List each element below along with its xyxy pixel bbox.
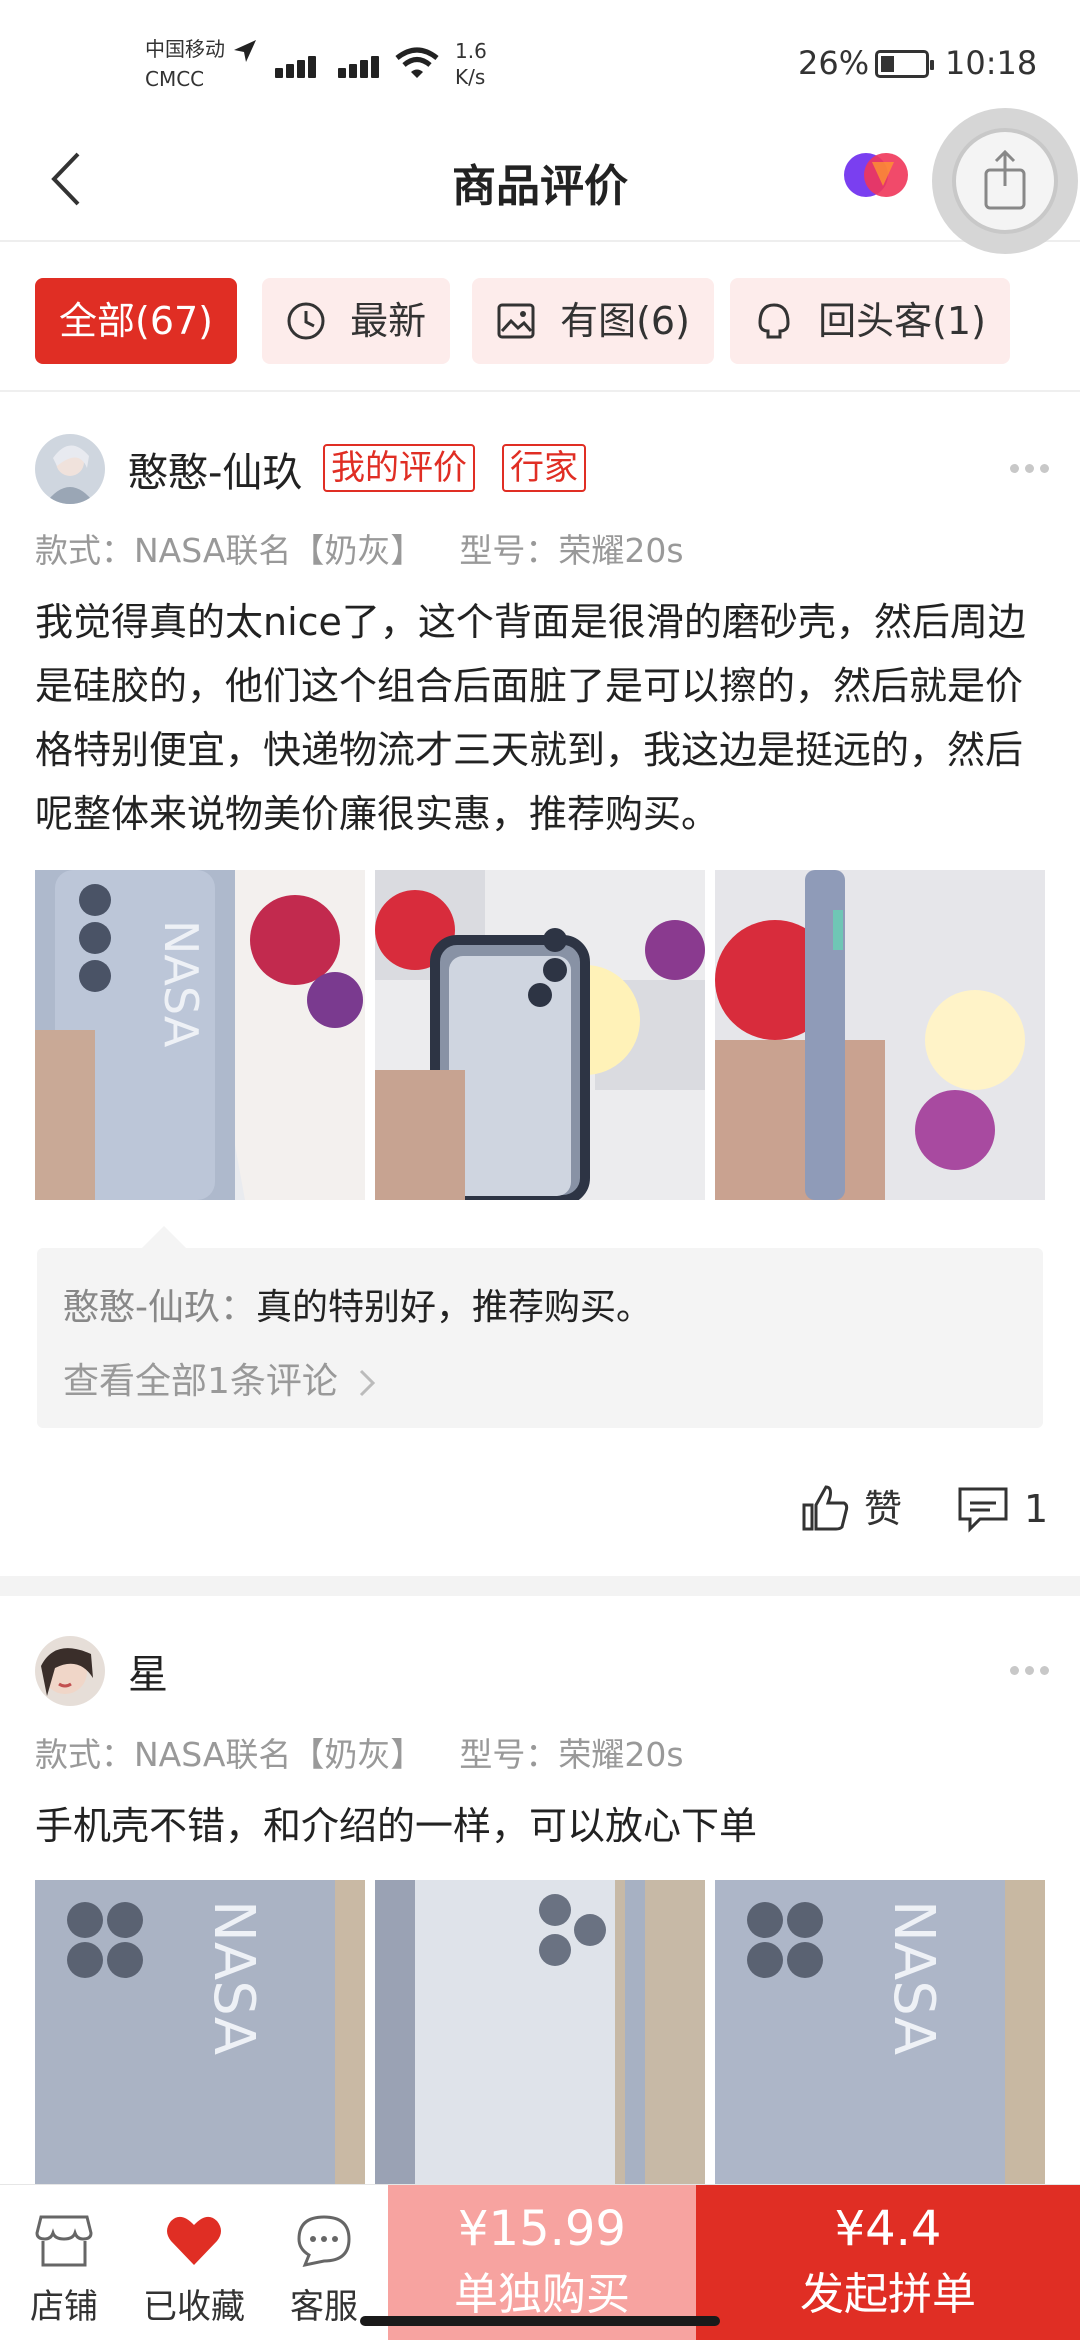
- carrier-name: 中国移动: [145, 37, 225, 61]
- product-spec: 款式：NASA联名【奶灰】 型号：荣耀20s: [35, 524, 720, 572]
- filter-repeat-customer-label: 回头客(1): [818, 299, 986, 343]
- status-bar: 中国移动 CMCC 1.6 K/s 26% 10:18: [0, 0, 1080, 120]
- review-photos: NASA: [35, 870, 1047, 1200]
- comment-button[interactable]: 1: [956, 1474, 1048, 1544]
- single-price: ¥15.99: [458, 2201, 626, 2257]
- share-icon: [984, 149, 1026, 210]
- wifi-icon: [395, 47, 439, 78]
- view-all-label: 查看全部1条评论: [63, 1361, 338, 1402]
- net-speed-unit: K/s: [455, 65, 486, 89]
- like-label: 赞: [864, 1487, 903, 1531]
- review-photo[interactable]: NASA: [715, 1880, 1045, 2210]
- group-price: ¥4.4: [834, 2201, 942, 2257]
- comment-icon: [958, 1487, 1008, 1533]
- carrier-info: 中国移动 CMCC: [145, 34, 225, 94]
- heart-icon: [167, 2216, 221, 2265]
- avatar[interactable]: [35, 1636, 105, 1706]
- thumbs-up-icon: [802, 1484, 849, 1530]
- customer-service-label: 客服: [290, 2287, 358, 2327]
- review-text: 手机壳不错，和介绍的一样，可以放心下单: [35, 1804, 758, 1848]
- filter-latest[interactable]: 最新: [262, 278, 451, 364]
- chat-icon: [297, 2215, 351, 2268]
- filter-with-images[interactable]: 有图(6): [472, 278, 714, 364]
- carrier-code: CMCC: [145, 67, 205, 91]
- shop-label: 店铺: [30, 2287, 98, 2327]
- review-photos: NASA NASA: [35, 1880, 1047, 2210]
- repeat-customer-icon: [758, 302, 790, 338]
- battery-icon: [875, 50, 934, 78]
- review-photo[interactable]: [375, 870, 705, 1200]
- filter-latest-label: 最新: [350, 299, 427, 343]
- page-title: 商品评价: [452, 161, 628, 212]
- more-icon[interactable]: [1010, 464, 1050, 476]
- svg-text:NASA: NASA: [154, 920, 208, 1048]
- avatar[interactable]: [35, 434, 105, 504]
- customer-service-button[interactable]: 客服: [264, 2213, 384, 2328]
- model-spec: 型号：荣耀20s: [459, 1735, 684, 1774]
- review-photo[interactable]: NASA: [35, 870, 365, 1200]
- like-button[interactable]: 赞: [800, 1474, 902, 1544]
- filter-tabs: 全部(67) 最新 有图(6) 回头客(1): [0, 242, 1080, 392]
- start-group-buy-button[interactable]: ¥4.4 发起拼单: [696, 2185, 1080, 2340]
- start-group-buy-label: 发起拼单: [800, 2269, 976, 2320]
- header: 商品评价: [0, 120, 1080, 242]
- svg-text:NASA: NASA: [201, 1900, 266, 2055]
- model-spec: 型号：荣耀20s: [459, 531, 684, 570]
- reply-text: 真的特别好，推荐购买。: [256, 1287, 653, 1328]
- signal-icon: [275, 52, 325, 78]
- battery-percent: 26%: [798, 44, 870, 82]
- review-text: 我觉得真的太nice了，这个背面是很滑的磨砂壳，然后周边是硅胶的，他们这个组合后…: [35, 600, 1026, 836]
- style-spec: 款式：NASA联名【奶灰】: [35, 531, 424, 570]
- review-photo[interactable]: [375, 1880, 705, 2210]
- shop-icon: [35, 2215, 93, 2267]
- reply-author: 憨憨-仙玖：: [63, 1287, 256, 1328]
- expert-tag: 行家: [502, 444, 586, 492]
- style-spec: 款式：NASA联名【奶灰】: [35, 1735, 424, 1774]
- view-all-comments-link[interactable]: 查看全部1条评论: [63, 1352, 379, 1404]
- net-speed-value: 1.6: [455, 39, 487, 63]
- review-page: 中国移动 CMCC 1.6 K/s 26% 10:18 商品评价 全部(67) …: [0, 0, 1080, 2340]
- review-actions: 赞 1: [0, 1474, 1080, 1554]
- section-divider: [0, 1576, 1080, 1596]
- filter-with-images-label: 有图(6): [560, 299, 690, 343]
- home-indicator[interactable]: [360, 2316, 720, 2326]
- reply-box[interactable]: 憨憨-仙玖：真的特别好，推荐购买。 查看全部1条评论: [37, 1226, 1043, 1428]
- net-speed: 1.6 K/s: [455, 38, 487, 90]
- clock-icon: [287, 302, 325, 339]
- favorite-label: 已收藏: [143, 2287, 245, 2327]
- username: 憨憨-仙玖: [128, 450, 303, 496]
- chevron-right-icon: [360, 1369, 376, 1397]
- share-button[interactable]: [932, 108, 1078, 254]
- comment-count: 1: [1024, 1487, 1049, 1531]
- brand-logo-icon[interactable]: [842, 148, 912, 202]
- review-photo[interactable]: NASA: [35, 1880, 365, 2210]
- clock: 10:18: [945, 44, 1038, 82]
- signal-icon-2: [338, 52, 388, 78]
- shop-button[interactable]: 店铺: [4, 2213, 124, 2328]
- favorite-button[interactable]: 已收藏: [134, 2213, 254, 2328]
- product-spec: 款式：NASA联名【奶灰】 型号：荣耀20s: [35, 1728, 720, 1776]
- my-review-tag: 我的评价: [323, 444, 475, 492]
- filter-all[interactable]: 全部(67): [35, 278, 238, 364]
- location-arrow-icon: [234, 40, 256, 62]
- review-photo[interactable]: [715, 870, 1045, 1200]
- more-icon[interactable]: [1010, 1666, 1050, 1678]
- filter-repeat-customer[interactable]: 回头客(1): [730, 278, 1010, 364]
- svg-text:NASA: NASA: [881, 1900, 946, 2055]
- username: 星: [128, 1652, 168, 1698]
- reply-line: 憨憨-仙玖：真的特别好，推荐购买。: [63, 1278, 652, 1330]
- image-icon: [497, 303, 535, 338]
- filter-all-label: 全部(67): [59, 299, 214, 343]
